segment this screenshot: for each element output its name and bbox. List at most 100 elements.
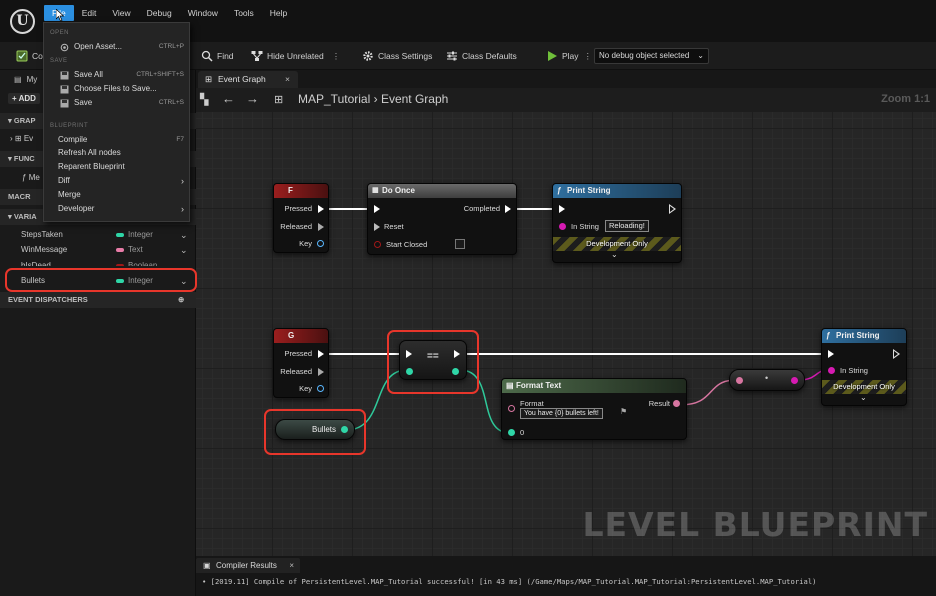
format-pin[interactable]: [508, 405, 515, 412]
start-closed-checkbox[interactable]: [455, 239, 465, 249]
text-in-pin[interactable]: [736, 377, 743, 384]
play-button[interactable]: Play ⋮: [546, 49, 592, 63]
hide-unrelated-button[interactable]: Hide Unrelated ⋮: [251, 49, 340, 63]
exec-in-pin[interactable]: [559, 205, 565, 213]
pin-label: Reset: [384, 222, 404, 231]
open-icon: [60, 43, 69, 52]
menu-diff[interactable]: Diff ›: [58, 175, 188, 187]
node-do-once[interactable]: ▦ Do Once Completed Reset Start Closed: [367, 183, 517, 255]
bool-pin[interactable]: [374, 241, 381, 248]
exec-out-pin[interactable]: [318, 205, 324, 213]
exec-out-pin[interactable]: [318, 223, 324, 231]
menu-choose-files-to-save[interactable]: Choose Files to Save...: [58, 83, 188, 95]
exec-out-pin[interactable]: [505, 205, 511, 213]
menu-debug[interactable]: Debug: [139, 5, 180, 21]
menu-save-all[interactable]: Save All CTRL+SHIFT+S: [58, 69, 188, 81]
variable-row[interactable]: StepsTaken Integer ⌄: [0, 227, 196, 243]
macros-label: MACR: [8, 192, 31, 201]
debug-object-select[interactable]: No debug object selected ⌄: [594, 48, 709, 64]
add-circle-icon[interactable]: ⊕: [178, 292, 184, 308]
plus-icon: +: [12, 94, 17, 103]
hide-unrelated-icon: [251, 50, 263, 62]
pin-label: Key: [299, 239, 312, 248]
pin-label: 0: [520, 428, 525, 437]
hide-unrelated-label: Hide Unrelated: [267, 51, 324, 61]
in-string-pin[interactable]: [559, 223, 566, 230]
menu-window[interactable]: Window: [180, 5, 226, 21]
arg0-pin[interactable]: [508, 429, 515, 436]
string-out-pin[interactable]: [791, 377, 798, 384]
format-input[interactable]: You have {0} bullets left!: [520, 408, 603, 419]
chevron-down-icon: ⌄: [697, 51, 704, 60]
chevron-down-icon[interactable]: ⌄: [180, 242, 188, 258]
pin-label: In String: [840, 366, 868, 375]
node-format-text[interactable]: ▤ Format Text Format You have {0} bullet…: [501, 378, 687, 440]
node-header: ƒ Print String: [822, 329, 906, 343]
format-icon: ▤: [506, 381, 514, 390]
node-key-f[interactable]: F Pressed Released Key: [273, 183, 329, 253]
variable-row[interactable]: WinMessage Text ⌄: [0, 242, 196, 258]
tab-event-graph-label: Event Graph: [218, 74, 266, 84]
result-pin[interactable]: [673, 400, 680, 407]
menu-save[interactable]: Save CTRL+S: [58, 97, 188, 109]
close-icon[interactable]: ×: [285, 71, 290, 88]
tab-event-graph[interactable]: ⊞ Event Graph ×: [198, 71, 298, 88]
class-settings-button[interactable]: Class Settings: [362, 49, 432, 63]
reset-pin[interactable]: [374, 223, 380, 231]
node-print-string-2[interactable]: ƒ Print String In String Development Onl…: [821, 328, 907, 406]
node-print-string-1[interactable]: ƒ Print String In String Reloading! Deve…: [552, 183, 682, 263]
graph-icon: ⊞: [205, 74, 213, 84]
expand-chevron-icon[interactable]: ⌄: [611, 250, 618, 259]
unreal-logo-icon[interactable]: U: [10, 9, 35, 34]
key-pin[interactable]: [317, 240, 324, 247]
node-title: G: [288, 331, 295, 340]
event-graph-canvas[interactable]: ▚ ← → ⊞ MAP_Tutorial › Event Graph Zoom …: [196, 88, 936, 556]
menu-merge[interactable]: Merge: [58, 189, 188, 201]
expand-chevron-icon[interactable]: ⌄: [860, 393, 867, 402]
tab-compiler-results[interactable]: ▣ Compiler Results ×: [196, 558, 300, 573]
exec-in-pin[interactable]: [374, 205, 380, 213]
class-defaults-button[interactable]: Class Defaults: [446, 49, 517, 63]
pin-label: Key: [299, 384, 312, 393]
menu-tools[interactable]: Tools: [226, 5, 262, 21]
menu-developer[interactable]: Developer ›: [58, 203, 188, 215]
conversion-dot-icon: •: [765, 373, 769, 383]
exec-out-pin[interactable]: [318, 368, 324, 376]
menu-label: Diff: [58, 176, 70, 185]
exec-out-pin[interactable]: [318, 350, 324, 358]
dev-only-stripe: Development Only: [553, 237, 681, 251]
flag-icon[interactable]: ⚑: [620, 407, 627, 416]
menu-refresh-all-nodes[interactable]: Refresh All nodes: [58, 147, 188, 159]
node-to-string-conversion[interactable]: •: [729, 369, 805, 391]
node-key-g[interactable]: G Pressed Released Key: [273, 328, 329, 398]
close-icon[interactable]: ×: [289, 558, 294, 573]
key-pin[interactable]: [317, 385, 324, 392]
mouse-cursor-icon: [56, 9, 64, 21]
play-options-icon[interactable]: ⋮: [584, 51, 593, 62]
event-dispatchers-header[interactable]: EVENT DISPATCHERS ⊕: [0, 292, 196, 308]
in-string-input[interactable]: Reloading!: [605, 220, 649, 232]
find-button[interactable]: Find: [201, 49, 234, 63]
more-options-icon[interactable]: ⋮: [332, 51, 341, 62]
menu-view[interactable]: View: [104, 5, 138, 21]
compile-button[interactable]: Co: [16, 49, 43, 63]
menu-section-blueprint: BLUEPRINT: [50, 123, 89, 129]
menu-reparent-blueprint[interactable]: Reparent Blueprint: [58, 161, 188, 173]
menu-edit[interactable]: Edit: [74, 5, 105, 21]
dev-only-label: Development Only: [586, 239, 648, 248]
menu-label: Compile: [58, 135, 88, 144]
menu-open-asset[interactable]: Open Asset... CTRL+P: [58, 41, 188, 53]
search-icon: [201, 50, 213, 62]
play-icon: [546, 50, 558, 62]
chevron-down-icon[interactable]: ⌄: [180, 227, 188, 243]
menu-compile[interactable]: Compile F7: [58, 134, 188, 146]
menu-help[interactable]: Help: [262, 5, 295, 21]
exec-in-pin[interactable]: [828, 350, 834, 358]
menu-bar: File Edit View Debug Window Tools Help: [44, 5, 295, 21]
gear-icon: [362, 50, 374, 62]
compile-log-line: • [2019.11] Compile of PersistentLevel.M…: [202, 577, 817, 586]
in-string-pin[interactable]: [828, 367, 835, 374]
menu-label: Choose Files to Save...: [74, 84, 157, 93]
node-title: Print String: [567, 186, 611, 195]
variable-row[interactable]: bIsDead Boolean: [0, 258, 196, 266]
